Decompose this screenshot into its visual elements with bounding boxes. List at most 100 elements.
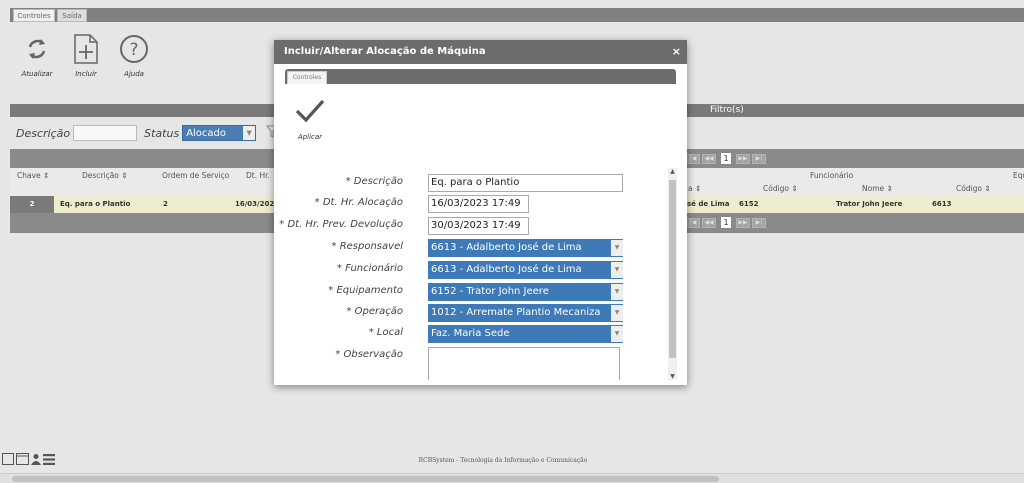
apply-label: Aplicar [297, 133, 323, 141]
field-local: * Local Faz. Maria Sede ▼ [274, 325, 674, 343]
funcionario-value: 6613 - Adalberto José de Lima [431, 264, 582, 275]
field-descricao: * Descrição Eq. para o Plantio [274, 174, 674, 192]
funcionario-label: * Funcionário [336, 263, 403, 274]
add-file-icon [61, 33, 111, 65]
field-dt-alocacao: * Dt. Hr. Alocação 16/03/2023 17:49 [274, 195, 674, 213]
last-page-button[interactable]: ▶| [752, 153, 766, 164]
description-filter-label: Descrição [16, 126, 71, 140]
dialog-title: Incluir/Alterar Alocação de Máquina [284, 46, 486, 57]
row-descricao: Eq. para o Plantio [60, 200, 131, 208]
dt-devolucao-input[interactable]: 30/03/2023 17:49 [428, 217, 529, 235]
operacao-value: 1012 - Arremate Plantio Mecaniza [431, 307, 601, 318]
last-page-button[interactable]: ▶| [752, 217, 766, 228]
col-header-descricao[interactable]: Descrição ⇕ [82, 171, 128, 180]
pager-top: |◀ ◀◀ 1 ▶▶ ▶| [686, 152, 766, 165]
field-funcionario: * Funcionário 6613 - Adalberto José de L… [274, 261, 674, 279]
row-dthr: 16/03/202 [235, 200, 275, 208]
responsavel-select[interactable]: 6613 - Adalberto José de Lima ▼ [428, 239, 623, 257]
chevron-down-icon: ▼ [611, 326, 623, 342]
current-page[interactable]: 1 [720, 216, 732, 229]
add-button[interactable]: Incluir [61, 33, 111, 78]
col-header-equipamento: Equipa [1013, 171, 1024, 180]
tab-saida[interactable]: Saída [57, 9, 87, 22]
help-icon: ? [109, 33, 159, 65]
funcionario-select[interactable]: 6613 - Adalberto José de Lima ▼ [428, 261, 623, 279]
col-header-a[interactable]: a ⇕ [688, 184, 701, 193]
chevron-down-icon: ▼ [611, 284, 623, 300]
scroll-thumb[interactable] [12, 476, 719, 482]
col-header-funcionario: Funcionário [810, 171, 854, 180]
filter-title: Filtro(s) [710, 105, 744, 115]
scroll-up-icon[interactable]: ▲ [668, 168, 677, 175]
help-button[interactable]: ? Ajuda [109, 33, 159, 78]
dialog-scroll-thumb[interactable] [669, 180, 676, 358]
dialog-scrollbar[interactable]: ▲ ▼ [668, 168, 677, 380]
observacao-label: * Observação [335, 349, 403, 360]
local-label: * Local [368, 327, 403, 338]
local-select[interactable]: Faz. Maria Sede ▼ [428, 325, 623, 343]
add-label: Incluir [75, 70, 97, 78]
col-header-func-nome[interactable]: Nome ⇕ [862, 184, 893, 193]
equipamento-value: 6152 - Trator John Jeere [431, 286, 549, 297]
dt-alocacao-label: * Dt. Hr. Alocação [314, 197, 403, 208]
field-dt-devolucao: * Dt. Hr. Prev. Devolução 30/03/2023 17:… [274, 217, 674, 235]
dt-alocacao-input[interactable]: 16/03/2023 17:49 [428, 195, 529, 213]
top-tab-bar: Controles Saída [10, 8, 1024, 22]
prev-page-button[interactable]: ◀◀ [702, 153, 716, 164]
chevron-down-icon: ▼ [243, 126, 256, 140]
row-ordem: 2 [163, 200, 168, 208]
dialog-tab-controles[interactable]: Controles [287, 71, 327, 84]
dialog-tab-bar: Controles [285, 69, 676, 84]
refresh-icon [12, 33, 62, 65]
descricao-label: * Descrição [345, 176, 403, 187]
help-label: Ajuda [124, 70, 144, 78]
responsavel-value: 6613 - Adalberto José de Lima [431, 242, 582, 253]
observacao-textarea[interactable] [428, 347, 620, 380]
row-chave: 2 [10, 196, 54, 213]
status-filter-select[interactable]: Alocado ▼ [182, 125, 257, 141]
equipamento-label: * Equipamento [328, 285, 403, 296]
status-filter-value: Alocado [186, 128, 227, 139]
operacao-select[interactable]: 1012 - Arremate Plantio Mecaniza ▼ [428, 304, 623, 322]
col-header-chave[interactable]: Chave ⇕ [17, 171, 49, 180]
allocation-form: * Descrição Eq. para o Plantio * Dt. Hr.… [274, 168, 674, 380]
first-page-button[interactable]: |◀ [686, 153, 700, 164]
field-operacao: * Operação 1012 - Arremate Plantio Mecan… [274, 304, 674, 322]
row-func-codigo: 6152 [739, 200, 759, 208]
horizontal-scrollbar[interactable] [0, 473, 1024, 483]
field-equipamento: * Equipamento 6152 - Trator John Jeere ▼ [274, 283, 674, 301]
chevron-down-icon: ▼ [611, 240, 623, 256]
close-icon[interactable]: × [672, 40, 681, 64]
col-header-equip-codigo[interactable]: Código ⇕ [956, 184, 991, 193]
allocation-dialog: Incluir/Alterar Alocação de Máquina × Co… [274, 40, 687, 385]
dt-devolucao-label: * Dt. Hr. Prev. Devolução [279, 219, 403, 230]
col-header-ordem[interactable]: Ordem de Serviço [162, 171, 229, 180]
field-observacao: * Observação [274, 347, 674, 380]
row-func-nome: Trator John Jeere [836, 200, 903, 208]
chevron-down-icon: ▼ [611, 262, 623, 278]
pager-bottom: |◀ ◀◀ 1 ▶▶ ▶| [686, 216, 766, 229]
apply-button[interactable]: Aplicar [294, 98, 326, 141]
footer-text: RCBSystem - Tecnologia da Informação e C… [418, 457, 588, 464]
local-value: Faz. Maria Sede [431, 328, 510, 339]
checkmark-icon [295, 99, 325, 123]
refresh-button[interactable]: Atualizar [12, 33, 62, 78]
descricao-input[interactable]: Eq. para o Plantio [428, 174, 623, 192]
description-filter-input[interactable] [73, 125, 138, 141]
col-header-func-codigo[interactable]: Código ⇕ [763, 184, 798, 193]
next-page-button[interactable]: ▶▶ [736, 153, 750, 164]
current-page[interactable]: 1 [720, 152, 732, 165]
scroll-down-icon[interactable]: ▼ [668, 373, 677, 380]
svg-text:?: ? [129, 40, 138, 60]
next-page-button[interactable]: ▶▶ [736, 217, 750, 228]
prev-page-button[interactable]: ◀◀ [702, 217, 716, 228]
filter-row: Descrição Status Alocado ▼ [16, 124, 279, 142]
equipamento-select[interactable]: 6152 - Trator John Jeere ▼ [428, 283, 623, 301]
col-header-dthr[interactable]: Dt. Hr. [246, 171, 270, 180]
chevron-down-icon: ▼ [611, 305, 623, 321]
responsavel-label: * Responsavel [331, 241, 403, 252]
first-page-button[interactable]: |◀ [686, 217, 700, 228]
field-responsavel: * Responsavel 6613 - Adalberto José de L… [274, 239, 674, 257]
tab-controles[interactable]: Controles [13, 9, 55, 22]
row-equip-codigo: 6613 [932, 200, 952, 208]
